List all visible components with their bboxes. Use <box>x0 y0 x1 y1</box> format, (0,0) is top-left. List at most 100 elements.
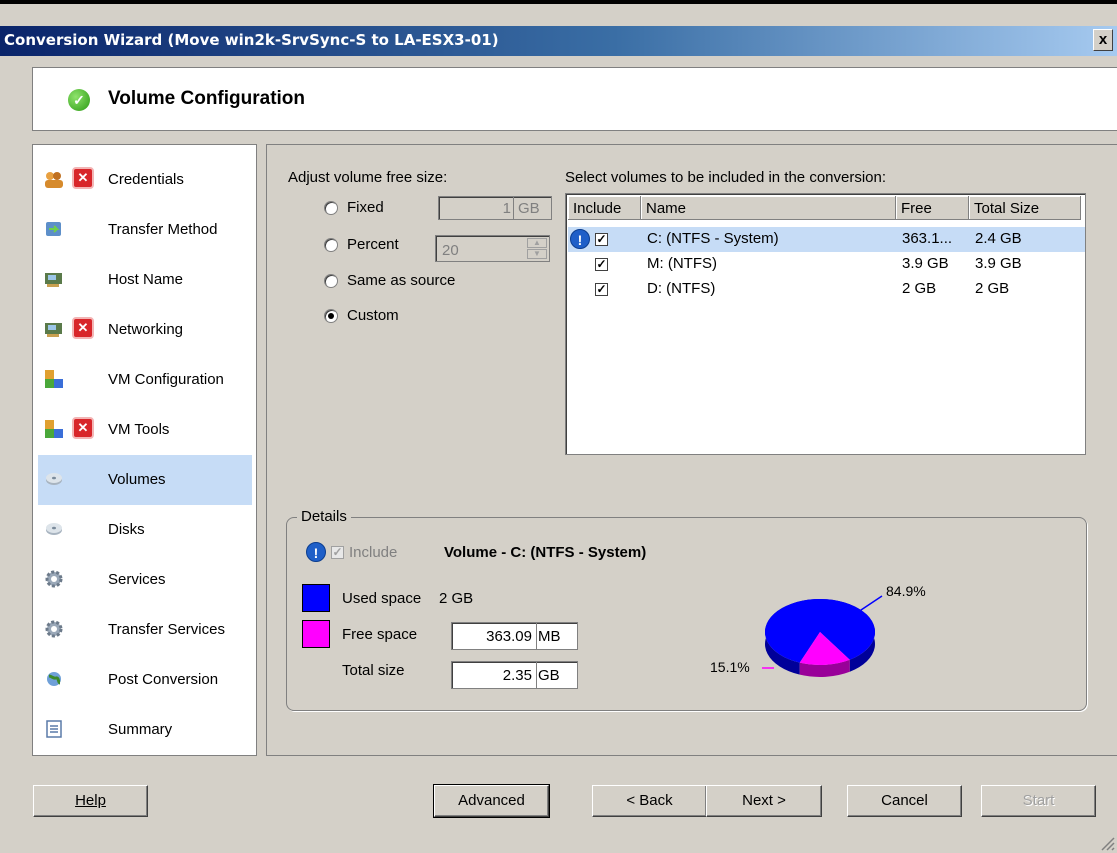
sidebar-item-label: Host Name <box>108 271 184 288</box>
check-icon: ✓ <box>68 89 90 111</box>
include-checkbox[interactable]: ✓ <box>595 233 608 246</box>
start-button[interactable]: Start <box>981 785 1096 817</box>
column-free[interactable]: Free <box>896 196 969 220</box>
wizard-steps-sidebar: ✕ Credentials Transfer Method Host Name … <box>32 144 257 756</box>
pie-slice-label: 84.9% <box>886 583 926 599</box>
sidebar-item-post-conversion[interactable]: Post Conversion <box>38 655 252 705</box>
users-icon <box>45 172 63 188</box>
transfer-icon <box>46 222 61 236</box>
help-button-label: Help <box>75 792 106 809</box>
percent-radio[interactable] <box>324 238 338 252</box>
resize-grip-icon[interactable] <box>1097 833 1115 851</box>
sidebar-item-host-name[interactable]: Host Name <box>38 255 252 305</box>
free-space-swatch <box>302 620 330 648</box>
vm-icon <box>45 420 63 438</box>
fixed-radio-label: Fixed <box>347 199 384 216</box>
free-size-label: Adjust volume free size: <box>288 169 448 186</box>
sidebar-item-label: Post Conversion <box>108 671 219 688</box>
pie-label-leader <box>857 595 883 613</box>
percent-value: 20 <box>442 242 459 259</box>
error-icon: ✕ <box>72 317 94 339</box>
next-button-label: Next > <box>742 792 786 809</box>
back-button-label: < Back <box>626 792 673 809</box>
volume-name: D: (NTFS) <box>647 280 716 297</box>
cancel-button[interactable]: Cancel <box>847 785 962 817</box>
custom-radio[interactable] <box>324 309 338 323</box>
details-include-label: Include <box>349 544 398 561</box>
sidebar-item-credentials[interactable]: ✕ Credentials <box>38 155 252 205</box>
page-title: Volume Configuration <box>108 88 306 109</box>
volumes-list-label: Select volumes to be included in the con… <box>565 169 887 186</box>
same-as-source-radio[interactable] <box>324 274 338 288</box>
percent-radio-label: Percent <box>347 236 399 253</box>
sidebar-item-transfer-method[interactable]: Transfer Method <box>38 205 252 255</box>
volume-total: 3.9 GB <box>975 255 1022 272</box>
sidebar-item-volumes[interactable]: Volumes <box>38 455 252 505</box>
total-size-value: 2.35 <box>502 667 532 684</box>
unit-divider <box>536 623 537 649</box>
total-size-label: Total size <box>342 662 405 679</box>
volume-free: 363.1... <box>902 230 953 247</box>
warning-icon: ! <box>570 229 590 249</box>
total-size-field[interactable]: 2.35 GB <box>451 661 578 689</box>
sidebar-item-vm-configuration[interactable]: VM Configuration <box>38 355 252 405</box>
custom-radio-label: Custom <box>347 307 399 324</box>
sidebar-item-label: Credentials <box>108 171 184 188</box>
fixed-radio[interactable] <box>324 201 338 215</box>
table-row[interactable]: ✓ D: (NTFS) 2 GB 2 GB <box>568 277 1085 302</box>
sidebar-item-summary[interactable]: Summary <box>38 705 252 755</box>
used-space-swatch <box>302 584 330 612</box>
volume-total: 2 GB <box>975 280 1010 297</box>
table-row[interactable]: ✓ M: (NTFS) 3.9 GB 3.9 GB <box>568 252 1085 277</box>
sidebar-item-vm-tools[interactable]: ✕ VM Tools <box>38 405 252 455</box>
free-space-field[interactable]: 363.09 MB <box>451 622 578 650</box>
column-name[interactable]: Name <box>641 196 896 220</box>
spin-down-icon[interactable]: ▼ <box>527 249 547 259</box>
column-include[interactable]: Include <box>568 196 641 220</box>
fixed-size-unit: GB <box>518 200 540 217</box>
volume-name: M: (NTFS) <box>647 255 717 272</box>
free-space-unit: MB <box>538 628 561 645</box>
cancel-button-label: Cancel <box>881 792 928 809</box>
close-button[interactable]: x <box>1093 29 1113 51</box>
next-button[interactable]: Next > <box>706 785 822 817</box>
sidebar-item-label: Networking <box>108 321 184 338</box>
help-button[interactable]: Help <box>33 785 148 817</box>
error-icon: ✕ <box>72 417 94 439</box>
table-row[interactable]: ! ✓ C: (NTFS - System) 363.1... 2.4 GB <box>568 227 1085 252</box>
volume-name: C: (NTFS - System) <box>647 230 779 247</box>
sidebar-item-transfer-services[interactable]: Transfer Services <box>38 605 252 655</box>
close-icon: x <box>1098 31 1108 48</box>
sidebar-item-services[interactable]: Services <box>38 555 252 605</box>
sidebar-item-networking[interactable]: ✕ Networking <box>38 305 252 355</box>
network-card-icon <box>45 323 62 337</box>
details-legend: Details <box>297 508 351 525</box>
fixed-size-value: 1 <box>502 200 511 217</box>
advanced-button[interactable]: Advanced <box>433 784 550 818</box>
include-checkbox[interactable]: ✓ <box>595 283 608 296</box>
sidebar-item-label: VM Tools <box>108 421 170 438</box>
include-checkbox[interactable]: ✓ <box>595 258 608 271</box>
volumes-list[interactable]: Include Name Free Total Size ! ✓ C: (NTF… <box>565 193 1086 455</box>
error-icon: ✕ <box>72 167 94 189</box>
column-total-size[interactable]: Total Size <box>969 196 1081 220</box>
sidebar-item-label: Summary <box>108 721 173 738</box>
back-button[interactable]: < Back <box>592 785 707 817</box>
sidebar-item-label: VM Configuration <box>108 371 224 388</box>
unit-divider <box>536 662 537 688</box>
spin-up-icon[interactable]: ▲ <box>527 238 547 248</box>
details-include-checkbox[interactable]: ✓ <box>331 546 344 559</box>
same-as-source-label: Same as source <box>347 272 456 289</box>
free-space-value: 363.09 <box>486 628 532 645</box>
space-pie-chart: 84.9% 15.1% <box>710 583 926 677</box>
volume-free: 3.9 GB <box>902 255 949 272</box>
percent-stepper[interactable]: 20 ▲ ▼ <box>435 235 550 262</box>
network-card-icon <box>45 273 62 287</box>
used-space-label: Used space <box>342 590 422 607</box>
fixed-size-input[interactable]: 1 GB <box>438 196 552 220</box>
unit-divider <box>513 197 514 219</box>
vm-icon <box>45 370 63 388</box>
disk-icon <box>46 523 62 535</box>
sidebar-item-disks[interactable]: Disks <box>38 505 252 555</box>
sidebar-item-label: Transfer Method <box>108 221 218 238</box>
